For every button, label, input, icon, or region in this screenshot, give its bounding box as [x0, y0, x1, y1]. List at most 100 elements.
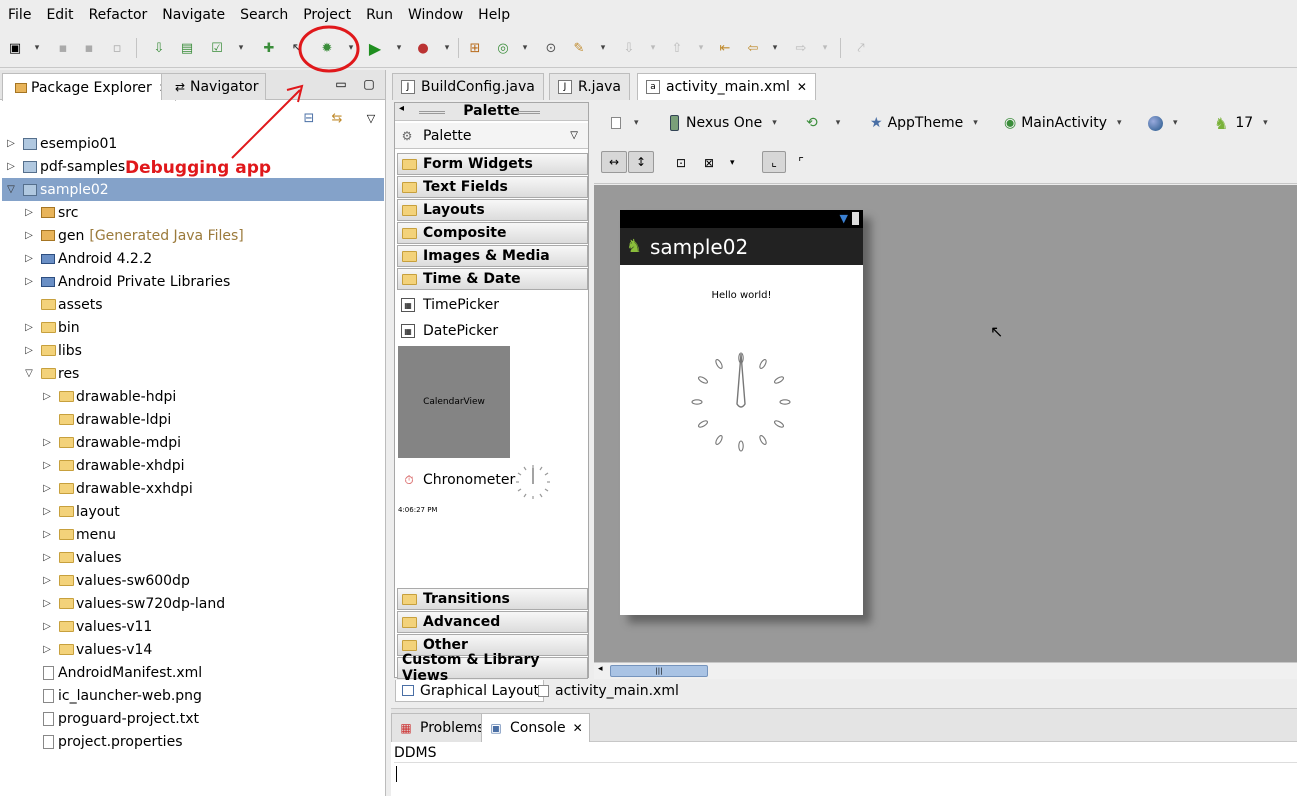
palette-category-transitions[interactable]: Transitions [397, 588, 588, 610]
android-avd-manager-icon[interactable]: ▤ [178, 39, 196, 57]
theme-chooser[interactable]: ★ AppTheme ▾ [870, 111, 978, 135]
align-layout-icon[interactable]: ⌞ [762, 151, 786, 173]
tree-item[interactable]: ▽ sample02 [2, 178, 384, 201]
collapsed-arrow-icon[interactable]: ▷ [40, 437, 54, 448]
new-icon[interactable]: ▣ [6, 39, 24, 57]
new-package-icon[interactable]: ⊞ [466, 39, 484, 57]
collapse-all-icon[interactable]: ⊟ [300, 109, 318, 127]
view-menu-icon[interactable]: ▽ [362, 109, 380, 127]
hello-world-textview[interactable]: Hello world! [620, 290, 863, 301]
menu-search[interactable]: Search [240, 7, 297, 23]
tree-item[interactable]: ▷ bin [22, 316, 80, 339]
tree-item[interactable]: ▷ values [40, 546, 121, 569]
palette-category-form-widgets[interactable]: Form Widgets [397, 153, 588, 175]
collapsed-arrow-icon[interactable]: ▷ [4, 138, 18, 149]
pointer-icon[interactable]: ↖ [288, 39, 306, 57]
tree-item[interactable]: ▷ values-sw720dp-land [40, 592, 225, 615]
save-all-icon[interactable]: ▪ [80, 39, 98, 57]
tab-graphical-layout[interactable]: Graphical Layout [395, 680, 545, 702]
analog-clock-widget[interactable] [690, 352, 792, 454]
toggle-fill-height-icon[interactable]: ↕ [628, 151, 654, 173]
palette-category-layouts[interactable]: Layouts [397, 199, 588, 221]
tab-activity-main-xml[interactable]: a activity_main.xml ✕ [637, 73, 816, 100]
console-output[interactable] [394, 762, 1297, 796]
android-sdk-manager-icon[interactable]: ⇩ [150, 39, 168, 57]
tree-item[interactable]: ▷ drawable-mdpi [40, 431, 181, 454]
tree-item[interactable]: ▷ layout [40, 500, 120, 523]
tree-item[interactable]: ▷ menu [40, 523, 116, 546]
tab-navigator[interactable]: ⇄ Navigator [161, 73, 266, 100]
collapsed-arrow-icon[interactable]: ▷ [22, 253, 36, 264]
collapse-palette-icon[interactable]: ◂ [399, 103, 404, 114]
previous-annotation-icon[interactable]: ⇧ [668, 39, 686, 57]
menu-project[interactable]: Project [303, 7, 360, 23]
collapsed-arrow-icon[interactable]: ▷ [22, 276, 36, 287]
tree-item[interactable]: ▷ drawable-xxhdpi [40, 477, 193, 500]
zoom-real-size-icon[interactable]: ⊡ [676, 151, 686, 175]
menu-navigate[interactable]: Navigate [162, 7, 234, 23]
new-dropdown-icon[interactable]: ▾ [32, 39, 42, 57]
palette-dropdown[interactable]: ⚙ Palette ▽ [395, 123, 588, 149]
debug-bug-icon[interactable]: ✹ [318, 39, 336, 57]
zoom-dropdown-icon[interactable]: ▾ [730, 151, 735, 175]
collapsed-arrow-icon[interactable]: ▷ [40, 483, 54, 494]
locale-chooser[interactable]: ▾ [1148, 111, 1178, 135]
collapsed-arrow-icon[interactable]: ▷ [4, 161, 18, 172]
forward-icon[interactable]: ⇨ [792, 39, 810, 57]
back-icon[interactable]: ⇦ [744, 39, 762, 57]
palette-item-datepicker[interactable]: ▦ DatePicker [401, 320, 498, 342]
pin-editor-icon[interactable]: ⤤ [852, 39, 870, 57]
collapsed-arrow-icon[interactable]: ▷ [40, 506, 54, 517]
search-dropdown-icon[interactable]: ▾ [598, 39, 608, 57]
lint-dropdown-icon[interactable]: ▾ [236, 39, 246, 57]
orientation-chooser[interactable]: ⟲ ▾ [806, 111, 840, 135]
menu-window[interactable]: Window [408, 7, 472, 23]
external-tools-icon[interactable]: ● [414, 39, 432, 57]
new-class-icon[interactable]: ◎ [494, 39, 512, 57]
print-icon[interactable]: ▫ [108, 39, 126, 57]
palette-item-calendarview[interactable]: CalendarView [398, 346, 510, 458]
last-edit-location-icon[interactable]: ⇤ [716, 39, 734, 57]
tree-item[interactable]: ic_launcher-web.png [22, 684, 202, 707]
collapsed-arrow-icon[interactable]: ▷ [40, 575, 54, 586]
scroll-thumb[interactable]: ||| [610, 665, 708, 677]
tree-item[interactable]: drawable-ldpi [40, 408, 171, 431]
collapsed-arrow-icon[interactable]: ▷ [40, 621, 54, 632]
tree-item[interactable]: project.properties [22, 730, 182, 753]
minimize-icon[interactable]: ▭ [332, 75, 350, 93]
tab-activity-main-xml-source[interactable]: activity_main.xml [531, 680, 683, 702]
tree-item[interactable]: ▷ src [22, 201, 78, 224]
tree-item[interactable]: ▷ drawable-hdpi [40, 385, 176, 408]
collapsed-arrow-icon[interactable]: ▷ [22, 207, 36, 218]
next-annotation-dropdown-icon[interactable]: ▾ [648, 39, 658, 57]
tree-item[interactable]: ▷ Android Private Libraries [22, 270, 230, 293]
palette-category-time-date[interactable]: Time & Date [397, 268, 588, 290]
close-icon[interactable]: ✕ [573, 721, 583, 735]
tree-item[interactable]: ▷ values-v11 [40, 615, 152, 638]
search-icon[interactable]: ✎ [570, 39, 588, 57]
tree-item[interactable]: ▽ res [22, 362, 79, 385]
open-type-icon[interactable]: ⊙ [542, 39, 560, 57]
debug-dropdown-icon[interactable]: ▾ [346, 39, 356, 57]
run-icon[interactable]: ▶ [366, 39, 384, 58]
tree-item[interactable]: assets [22, 293, 103, 316]
analog-clock-mini-icon[interactable] [513, 462, 553, 502]
expanded-arrow-icon[interactable]: ▽ [4, 184, 18, 195]
collapsed-arrow-icon[interactable]: ▷ [22, 345, 36, 356]
new-class-dropdown-icon[interactable]: ▾ [520, 39, 530, 57]
palette-category-images-media[interactable]: Images & Media [397, 245, 588, 267]
tab-r-java[interactable]: J R.java [549, 73, 631, 100]
tab-package-explorer[interactable]: Package Explorer ✕ [2, 73, 176, 101]
new-android-project-icon[interactable]: ✚ [260, 39, 278, 57]
palette-category-advanced[interactable]: Advanced [397, 611, 588, 633]
palette-category-text-fields[interactable]: Text Fields [397, 176, 588, 198]
tab-problems[interactable]: ▦ Problems [391, 713, 492, 742]
toggle-fill-width-icon[interactable]: ↔ [601, 151, 627, 173]
collapsed-arrow-icon[interactable]: ▷ [40, 460, 54, 471]
forward-dropdown-icon[interactable]: ▾ [820, 39, 830, 57]
tree-item[interactable]: ▷ drawable-xhdpi [40, 454, 184, 477]
api-level-chooser[interactable]: ♞ 17 ▾ [1214, 111, 1268, 135]
collapsed-arrow-icon[interactable]: ▷ [22, 322, 36, 333]
collapsed-arrow-icon[interactable]: ▷ [22, 230, 36, 241]
tree-item[interactable]: ▷ gen [Generated Java Files] [22, 224, 244, 247]
